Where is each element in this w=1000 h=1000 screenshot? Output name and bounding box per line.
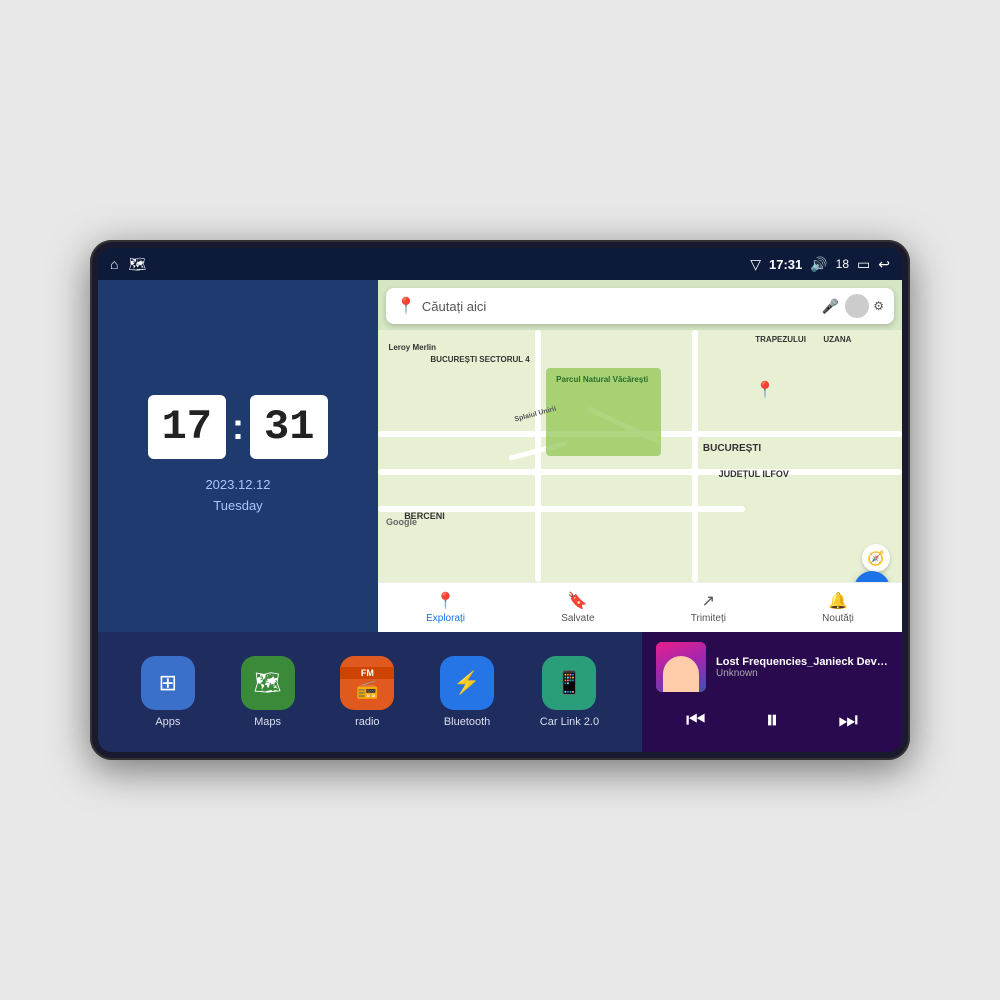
clock-widget: 17 : 31 2023.12.12 Tuesday bbox=[98, 280, 378, 632]
map-widget[interactable]: 📍 Căutați aici 🎤 ⚙ bbox=[378, 280, 902, 632]
map-nav-send-label: Trimiteți bbox=[691, 613, 726, 624]
clock-date-value: 2023.12.12 bbox=[205, 475, 270, 496]
app-dock: ⊞ Apps 🗺 Maps FM 📻 bbox=[98, 632, 642, 752]
map-compass-button[interactable]: 🧭 bbox=[862, 544, 890, 572]
music-prev-button[interactable]: ⏮ bbox=[678, 703, 714, 737]
road-vertical-1 bbox=[535, 330, 541, 582]
clock-display: 17 : 31 bbox=[148, 395, 329, 459]
battery-level: 18 bbox=[836, 257, 849, 271]
music-controls: ⏮ ⏸ ⏭ bbox=[656, 700, 888, 740]
map-label-parcul: Parcul Natural Văcărești bbox=[556, 375, 648, 384]
music-album-face bbox=[663, 656, 699, 692]
maps-label: Maps bbox=[254, 716, 281, 728]
map-background: Parcul Natural Văcărești Leroy Merlin BU… bbox=[378, 330, 902, 582]
bluetooth-icon-glyph: ⚡ bbox=[453, 670, 480, 696]
maps-shortcut-icon[interactable]: 🗺 bbox=[128, 256, 146, 273]
radio-icon-glyph: 📻 bbox=[356, 679, 378, 700]
clock-day-value: Tuesday bbox=[205, 496, 270, 517]
top-section: 17 : 31 2023.12.12 Tuesday 📍 Căutați aic… bbox=[98, 280, 902, 632]
bluetooth-label: Bluetooth bbox=[444, 716, 490, 728]
apps-icon[interactable]: ⊞ bbox=[141, 656, 195, 710]
app-item-bluetooth[interactable]: ⚡ Bluetooth bbox=[440, 656, 494, 728]
radio-label: radio bbox=[355, 716, 379, 728]
clock-date: 2023.12.12 Tuesday bbox=[205, 475, 270, 517]
map-pin-icon: 📍 bbox=[396, 296, 416, 316]
main-content: 17 : 31 2023.12.12 Tuesday 📍 Căutați aic… bbox=[98, 280, 902, 752]
map-search-input[interactable]: Căutați aici bbox=[422, 299, 816, 314]
map-label-trapezului: TRAPEZULUI bbox=[755, 335, 806, 344]
carlink-icon[interactable]: 📱 bbox=[542, 656, 596, 710]
map-nav-news-icon: 🔔 bbox=[828, 591, 848, 611]
map-label-sector: BUCUREȘTI SECTORUL 4 bbox=[430, 355, 529, 364]
home-icon[interactable]: ⌂ bbox=[110, 256, 118, 272]
clock-hour: 17 bbox=[148, 395, 226, 459]
battery-icon: ▭ bbox=[857, 256, 870, 273]
radio-icon[interactable]: FM 📻 bbox=[340, 656, 394, 710]
music-play-button[interactable]: ⏸ bbox=[757, 700, 786, 740]
map-nav-explore-label: Explorați bbox=[426, 613, 465, 624]
apps-label: Apps bbox=[155, 716, 180, 728]
fm-badge: FM bbox=[340, 667, 394, 679]
device-screen: ⌂ 🗺 ▽ 17:31 🔊 18 ▭ ↩ 17 : bbox=[98, 248, 902, 752]
music-info: Lost Frequencies_Janieck Devy-... Unknow… bbox=[656, 642, 888, 692]
map-nav-explore[interactable]: 📍 Explorați bbox=[426, 591, 465, 624]
car-display-device: ⌂ 🗺 ▽ 17:31 🔊 18 ▭ ↩ 17 : bbox=[90, 240, 910, 760]
carlink-icon-glyph: 📱 bbox=[556, 670, 583, 696]
status-right: ▽ 17:31 🔊 18 ▭ ↩ bbox=[750, 256, 890, 273]
map-nav-news-label: Noutăți bbox=[822, 613, 854, 624]
maps-icon[interactable]: 🗺 bbox=[241, 656, 295, 710]
map-nav-explore-icon: 📍 bbox=[436, 591, 456, 611]
map-nav-saved-label: Salvate bbox=[561, 613, 594, 624]
music-player: Lost Frequencies_Janieck Devy-... Unknow… bbox=[642, 632, 902, 752]
music-album-art bbox=[656, 642, 706, 692]
maps-icon-glyph: 🗺 bbox=[254, 670, 282, 696]
map-search-bar[interactable]: 📍 Căutați aici 🎤 ⚙ bbox=[386, 288, 894, 324]
map-nav-send-icon: ↗ bbox=[702, 591, 715, 611]
app-item-maps[interactable]: 🗺 Maps bbox=[241, 656, 295, 728]
map-label-uzana: UZANA bbox=[823, 335, 851, 344]
music-next-button[interactable]: ⏭ bbox=[830, 703, 866, 737]
map-nav-news[interactable]: 🔔 Noutăți bbox=[822, 591, 854, 624]
clock-colon: : bbox=[232, 409, 244, 445]
map-label-leroy: Leroy Merlin bbox=[388, 343, 436, 352]
road-vertical-2 bbox=[692, 330, 698, 582]
clock-minute: 31 bbox=[250, 395, 328, 459]
music-title: Lost Frequencies_Janieck Devy-... bbox=[716, 656, 888, 668]
map-label-ilfov: JUDEȚUL ILFOV bbox=[719, 469, 789, 479]
map-nav-saved[interactable]: 🔖 Salvate bbox=[561, 591, 594, 624]
road-horizontal-2 bbox=[378, 469, 902, 475]
bottom-section: ⊞ Apps 🗺 Maps FM 📻 bbox=[98, 632, 902, 752]
music-album-art-inner bbox=[656, 642, 706, 692]
music-artist: Unknown bbox=[716, 668, 888, 679]
map-location-pin: 📍 bbox=[755, 380, 775, 400]
status-bar: ⌂ 🗺 ▽ 17:31 🔊 18 ▭ ↩ bbox=[98, 248, 902, 280]
map-nav-send[interactable]: ↗ Trimiteți bbox=[691, 591, 726, 624]
map-settings-icon[interactable]: ⚙ bbox=[873, 299, 884, 313]
google-watermark: Google bbox=[386, 517, 417, 527]
app-item-carlink[interactable]: 📱 Car Link 2.0 bbox=[540, 656, 599, 728]
map-mic-icon[interactable]: 🎤 bbox=[822, 298, 839, 315]
app-item-radio[interactable]: FM 📻 radio bbox=[340, 656, 394, 728]
app-item-apps[interactable]: ⊞ Apps bbox=[141, 656, 195, 728]
volume-icon[interactable]: 🔊 bbox=[810, 256, 827, 273]
apps-icon-glyph: ⊞ bbox=[159, 670, 177, 696]
bluetooth-icon[interactable]: ⚡ bbox=[440, 656, 494, 710]
map-bottom-nav: 📍 Explorați 🔖 Salvate ↗ Trimiteți 🔔 bbox=[378, 582, 902, 632]
signal-icon: ▽ bbox=[750, 256, 761, 273]
map-label-bucuresti: BUCUREȘTI bbox=[703, 443, 761, 454]
status-left: ⌂ 🗺 bbox=[110, 256, 146, 273]
carlink-label: Car Link 2.0 bbox=[540, 716, 599, 728]
map-nav-saved-icon: 🔖 bbox=[568, 591, 588, 611]
back-icon[interactable]: ↩ bbox=[878, 256, 890, 273]
map-user-avatar[interactable] bbox=[845, 294, 869, 318]
status-time: 17:31 bbox=[769, 257, 802, 272]
music-details: Lost Frequencies_Janieck Devy-... Unknow… bbox=[716, 656, 888, 679]
